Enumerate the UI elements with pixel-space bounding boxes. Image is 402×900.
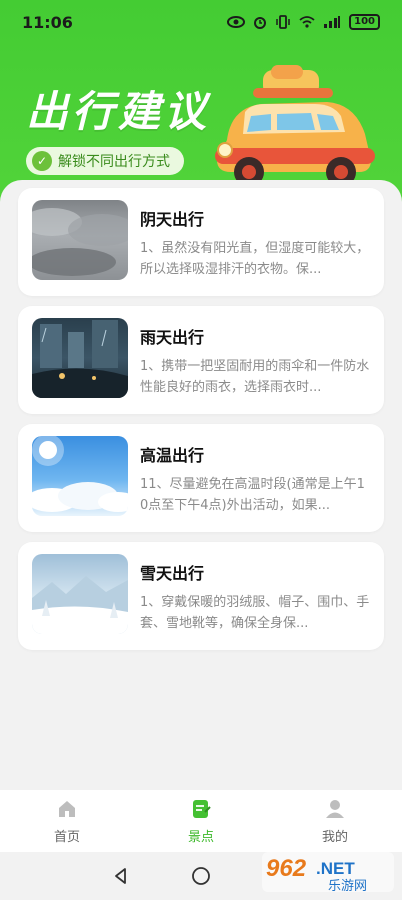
- unlock-pill[interactable]: ✓ 解锁不同出行方式: [26, 147, 184, 175]
- svg-text:962: 962: [266, 855, 307, 882]
- rainy-image: [32, 318, 128, 398]
- signal-icon: [324, 16, 341, 28]
- back-icon[interactable]: [111, 866, 131, 886]
- car-illustration: [215, 65, 375, 187]
- vibrate-icon: [276, 15, 290, 29]
- tab-label: 景点: [187, 830, 214, 845]
- card-snow[interactable]: 雪天出行 1、穿戴保暖的羽绒服、帽子、围巾、手套、雪地靴等，确保全身保...: [18, 542, 384, 650]
- note-icon: [193, 800, 211, 818]
- tab-attractions[interactable]: 景点: [134, 790, 268, 852]
- badge-check-icon: ✓: [32, 151, 52, 171]
- card-desc: 1、携带一把坚固耐用的雨伞和一件防水性能良好的雨衣，选择雨衣时...: [140, 359, 370, 395]
- status-time: 11:06: [22, 12, 73, 32]
- pill-label: 解锁不同出行方式: [58, 154, 170, 170]
- card-overcast[interactable]: 阴天出行 1、虽然没有阳光直，但湿度可能较大，所以选择吸湿排汗的衣物。保...: [18, 188, 384, 296]
- content-panel: 阴天出行 1、虽然没有阳光直，但湿度可能较大，所以选择吸湿排汗的衣物。保... …: [0, 180, 402, 790]
- tab-label: 首页: [53, 830, 80, 845]
- sunny-image: [32, 436, 128, 516]
- card-title: 高温出行: [140, 446, 205, 465]
- card-desc: 1、穿戴保暖的羽绒服、帽子、围巾、手套、雪地靴等，确保全身保...: [140, 595, 370, 631]
- wifi-icon: [299, 16, 315, 28]
- profile-icon: [326, 800, 344, 818]
- card-hot[interactable]: 高温出行 11、尽量避免在高温时段(通常是上午10点至下午4点)外出活动，如果.…: [18, 424, 384, 532]
- overcast-image: [32, 200, 128, 280]
- bottom-tab-bar: 首页 景点 我的: [0, 790, 402, 852]
- card-title: 阴天出行: [140, 210, 205, 229]
- alarm-icon: [254, 17, 267, 29]
- status-bar: 11:06 100: [0, 0, 402, 44]
- eye-icon: [227, 16, 246, 28]
- card-desc: 1、虽然没有阳光直，但湿度可能较大，所以选择吸湿排汗的衣物。保...: [140, 241, 370, 277]
- svg-text:乐游网: 乐游网: [328, 879, 367, 894]
- home-button-icon[interactable]: [191, 866, 211, 886]
- home-icon: [59, 801, 75, 817]
- svg-text:.NET: .NET: [316, 859, 355, 878]
- hero-banner: 11:06 100 出行建议 ✓ 解锁不同出行方式: [0, 0, 402, 210]
- card-title: 雨天出行: [140, 328, 205, 347]
- snow-image: [32, 554, 128, 634]
- tab-profile[interactable]: 我的: [268, 790, 402, 852]
- status-icons: 100: [227, 14, 380, 30]
- tab-home[interactable]: 首页: [0, 790, 134, 852]
- tab-label: 我的: [321, 830, 348, 845]
- page-title: 出行建议: [26, 87, 211, 136]
- card-rainy[interactable]: 雨天出行 1、携带一把坚固耐用的雨伞和一件防水性能良好的雨衣，选择雨衣时...: [18, 306, 384, 414]
- card-title: 雪天出行: [140, 564, 205, 583]
- site-watermark-logo: 962 .NET 乐游网: [262, 852, 394, 894]
- battery-icon: 100: [349, 14, 380, 30]
- card-desc: 11、尽量避免在高温时段(通常是上午10点至下午4点)外出活动，如果...: [140, 477, 365, 513]
